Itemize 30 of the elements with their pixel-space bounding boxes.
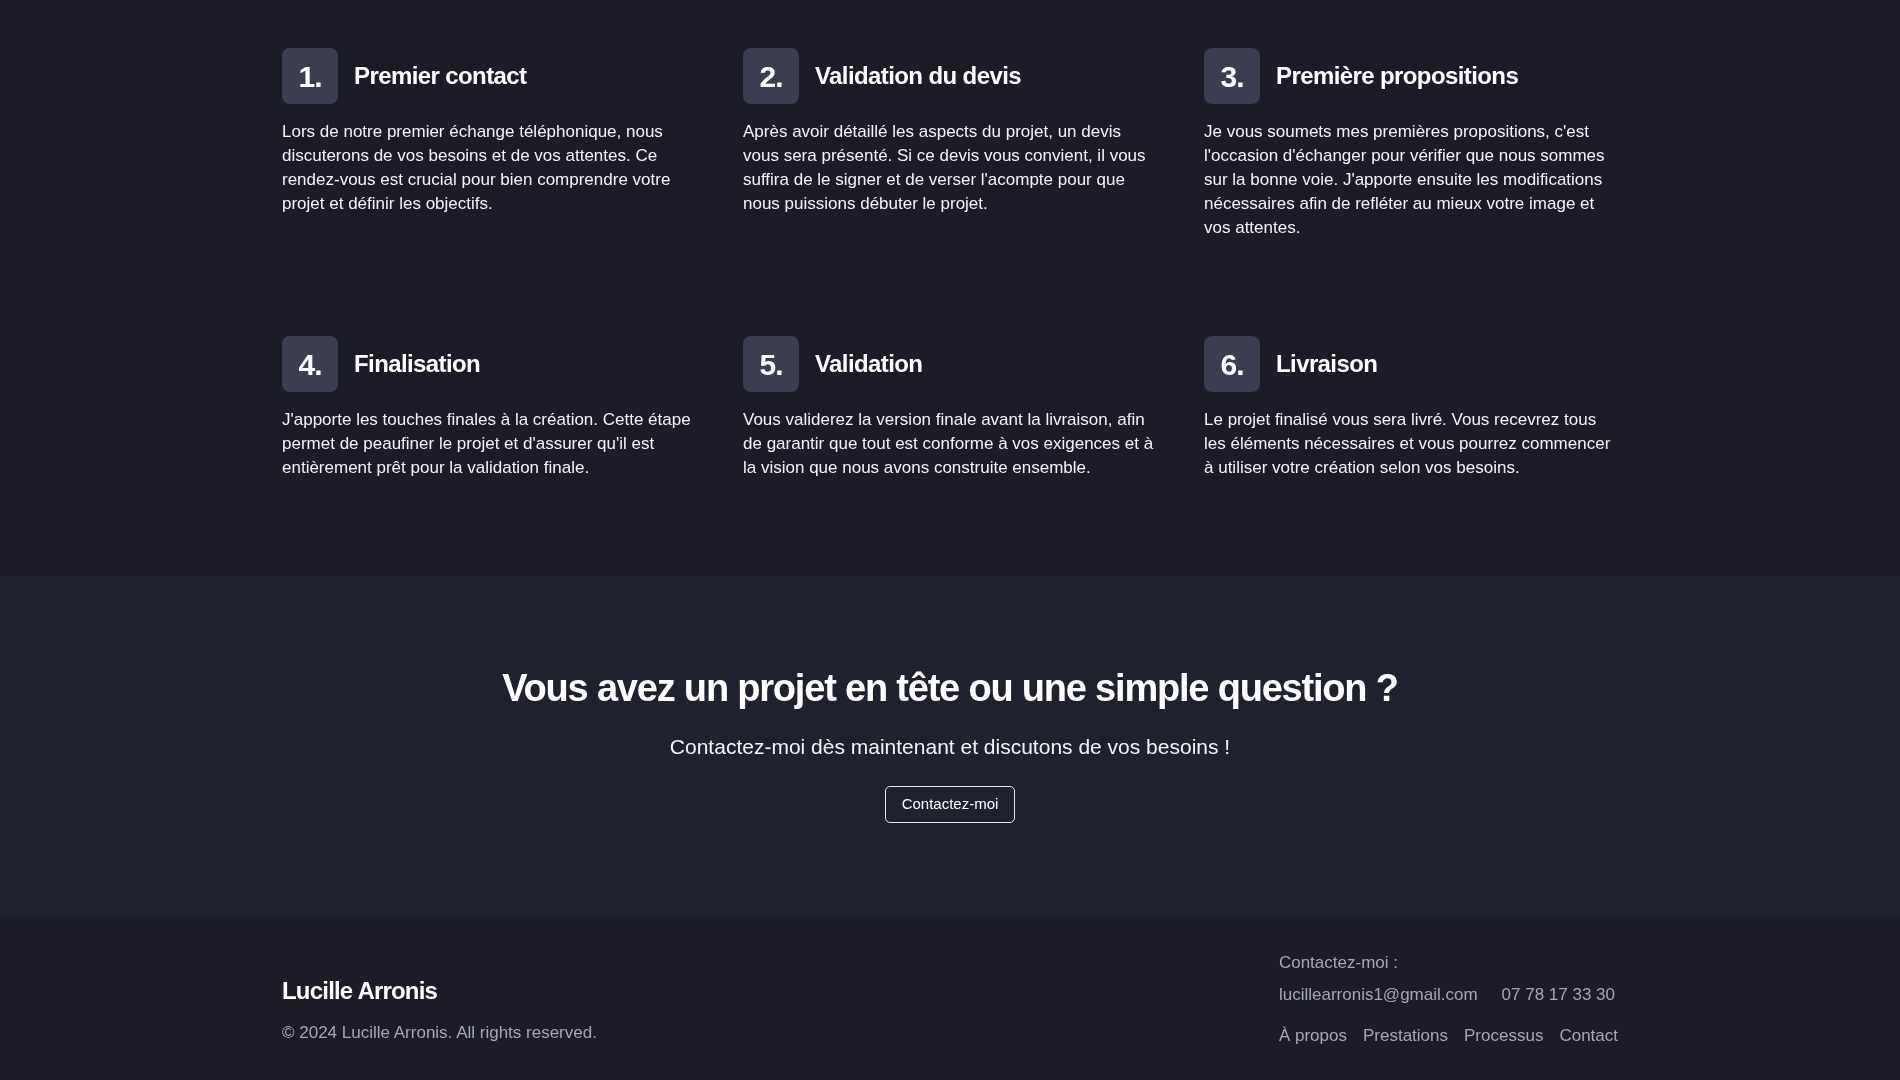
step-title: Validation [815, 349, 923, 379]
step-title: Première propositions [1276, 61, 1519, 91]
step-title: Validation du devis [815, 61, 1021, 91]
contact-label: Contactez-moi : [1278, 952, 1398, 974]
step-number: 2. [743, 48, 799, 104]
phone-link[interactable]: 07 78 17 33 30 [1501, 983, 1616, 1007]
contact-button[interactable]: Contactez-moi [884, 786, 1016, 823]
step-description: Après avoir détaillé les aspects du projet, un devis vous sera présenté. Si ce devis vous convient, il vous suffira de le signer et de verser l'acompte pour que nous puissions débuter le projet. [743, 121, 1147, 215]
footer-brand: Lucille Arronis [282, 976, 438, 1006]
step-number: 1. [282, 48, 338, 104]
footer-nav-link[interactable]: Processus [1464, 1024, 1544, 1048]
step-number: 5. [743, 336, 799, 392]
step-description: Le projet finalisé vous sera livré. Vous recevrez tous les éléments nécessaires et vous pourrez commencer à utiliser votre création selon vos besoins. [1204, 409, 1612, 479]
step-description: Vous validerez la version finale avant la livraison, afin de garantir que tout est conforme à vos exigences et à la vision que nous avons construite ensemble. [743, 409, 1155, 479]
copyright-text: © 2024 Lucille Arronis. All rights reserved. [282, 1022, 597, 1044]
step-title: Livraison [1276, 349, 1378, 379]
step-number: 3. [1204, 48, 1260, 104]
footer-nav-link[interactable]: Contact [1559, 1024, 1618, 1048]
footer-nav-link[interactable]: Prestations [1363, 1024, 1449, 1048]
step-description: Je vous soumets mes premières propositions, c'est l'occasion d'échanger pour vérifier que nous sommes sur la bonne voie. J'apporte ensuite les modifications nécessaires afin de refléter au mieux votre image et vos attentes. [1204, 121, 1606, 239]
email-link[interactable]: lucillearronis1@gmail.com [1278, 983, 1478, 1007]
footer-nav-link[interactable]: À propos [1278, 1024, 1347, 1048]
step-description: Lors de notre premier échange téléphonique, nous discuterons de vos besoins et de vos attentes. Ce rendez-vous est crucial pour bien comprendre votre projet et définir les objectifs. [282, 121, 672, 215]
step-number: 4. [282, 336, 338, 392]
step-description: J'apporte les touches finales à la création. Cette étape permet de peaufiner le projet et d'assurer qu'il est entièrement prêt pour la validation finale. [282, 409, 692, 479]
cta-heading: Vous avez un projet en tête ou une simple question ? [502, 666, 1398, 711]
step-title: Finalisation [354, 349, 481, 379]
cta-subtitle: Contactez-moi dès maintenant et discutons de vos besoins ! [669, 734, 1231, 760]
step-title: Premier contact [354, 61, 527, 91]
step-number: 6. [1204, 336, 1260, 392]
